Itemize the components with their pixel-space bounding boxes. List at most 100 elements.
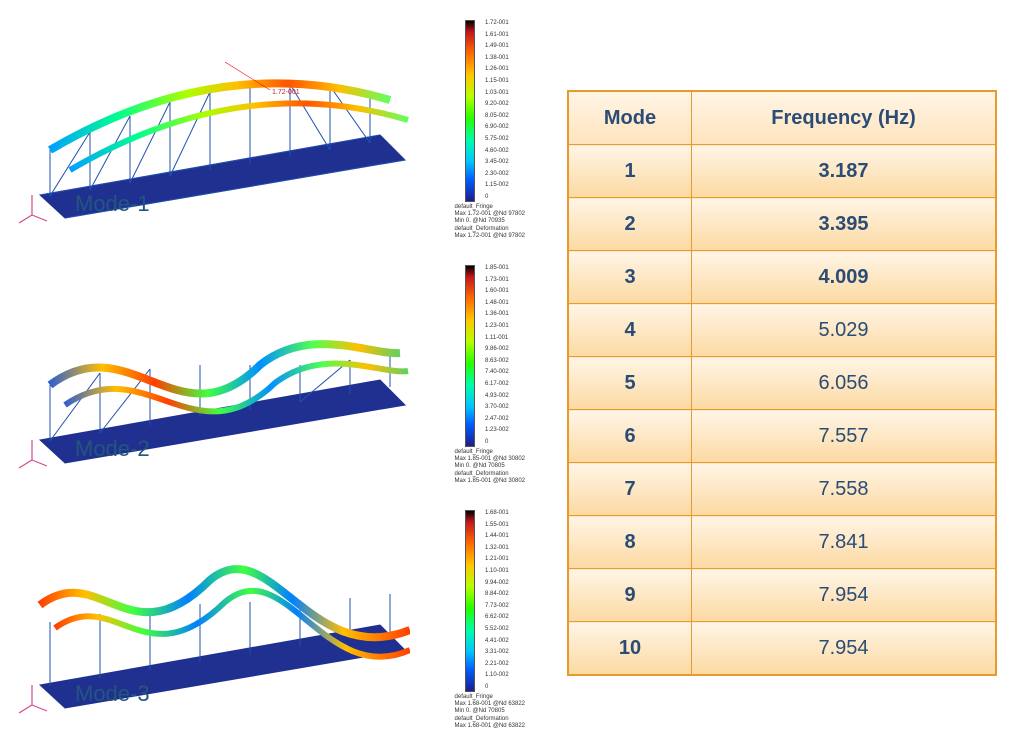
page-container: 1.72-001 1.72-001 1.61-001 1.49-001 1.38-00… bbox=[0, 0, 1034, 749]
legend-values-2: 1.85-001 1.73-001 1.60-001 1.48-001 1.36-001… bbox=[485, 265, 530, 445]
cell-frequency: 3.395 bbox=[692, 198, 997, 251]
legend-tick: 6.62-002 bbox=[485, 614, 530, 620]
legend-tick: 0 bbox=[485, 194, 530, 200]
legend-tick: 1.85-001 bbox=[485, 265, 530, 271]
legend-values-3: 1.68-0011.55-0011.44-0011.32-0011.21-001… bbox=[485, 510, 530, 690]
frequency-table-body: 13.18723.39534.00945.02956.05667.55777.5… bbox=[568, 145, 996, 676]
table-row: 56.056 bbox=[568, 357, 996, 410]
mode-label-1: Mode-1 bbox=[75, 191, 150, 217]
cell-frequency: 3.187 bbox=[692, 145, 997, 198]
legend-tick: 7.73-002 bbox=[485, 603, 530, 609]
legend-tick: 1.55-001 bbox=[485, 522, 530, 528]
mode-model-1: 1.72-001 bbox=[10, 20, 410, 220]
legend-tick: 4.93-002 bbox=[485, 393, 530, 399]
legend-tick: 1.73-001 bbox=[485, 277, 530, 283]
legend-tick: 1.23-001 bbox=[485, 323, 530, 329]
table-row: 107.954 bbox=[568, 622, 996, 676]
cell-mode: 8 bbox=[568, 516, 692, 569]
cell-mode: 6 bbox=[568, 410, 692, 463]
legend-tick: 2.21-002 bbox=[485, 661, 530, 667]
mode-shapes-panel: 1.72-001 1.72-001 1.61-001 1.49-001 1.38-00… bbox=[0, 0, 530, 749]
legend-tick: 1.36-001 bbox=[485, 311, 530, 317]
legend-values-1: 1.72-001 1.61-001 1.49-001 1.38-001 1.26-001… bbox=[485, 20, 530, 200]
legend-tick: 1.15-001 bbox=[485, 78, 530, 84]
legend-tick: 0 bbox=[485, 684, 530, 690]
mode-label-2: Mode-2 bbox=[75, 436, 150, 462]
legend-tick: 4.60-002 bbox=[485, 148, 530, 154]
cell-mode: 4 bbox=[568, 304, 692, 357]
table-row: 67.557 bbox=[568, 410, 996, 463]
colorbar-3 bbox=[465, 510, 475, 692]
legend-tick: 3.70-002 bbox=[485, 404, 530, 410]
legend-tick: 1.49-001 bbox=[485, 43, 530, 49]
header-frequency: Frequency (Hz) bbox=[692, 91, 997, 145]
legend-tick: 9.94-002 bbox=[485, 580, 530, 586]
legend-tick: 8.63-002 bbox=[485, 358, 530, 364]
cell-frequency: 5.029 bbox=[692, 304, 997, 357]
table-row: 87.841 bbox=[568, 516, 996, 569]
cell-frequency: 4.009 bbox=[692, 251, 997, 304]
colorbar-1 bbox=[465, 20, 475, 202]
legend-tick: 1.38-001 bbox=[485, 55, 530, 61]
legend-tick: 2.47-002 bbox=[485, 416, 530, 422]
table-row: 77.558 bbox=[568, 463, 996, 516]
cell-mode: 9 bbox=[568, 569, 692, 622]
mode1-svg: 1.72-001 bbox=[10, 20, 410, 220]
cell-mode: 7 bbox=[568, 463, 692, 516]
legend-tick: 5.52-002 bbox=[485, 626, 530, 632]
table-row: 23.395 bbox=[568, 198, 996, 251]
table-header-row: Mode Frequency (Hz) bbox=[568, 91, 996, 145]
legend-tick: 1.61-001 bbox=[485, 32, 530, 38]
legend-tick: 9.86-002 bbox=[485, 346, 530, 352]
legend-tick: 1.68-001 bbox=[485, 510, 530, 516]
mode-figure-2: 1.85-001 1.73-001 1.60-001 1.48-001 1.36-001… bbox=[0, 245, 530, 490]
legend-tick: 0 bbox=[485, 439, 530, 445]
colorbar-2 bbox=[465, 265, 475, 447]
legend-tick: 1.15-002 bbox=[485, 182, 530, 188]
legend-tick: 1.03-001 bbox=[485, 90, 530, 96]
cell-frequency: 7.841 bbox=[692, 516, 997, 569]
legend-tick: 1.48-001 bbox=[485, 300, 530, 306]
legend-tick: 1.44-001 bbox=[485, 533, 530, 539]
table-row: 97.954 bbox=[568, 569, 996, 622]
legend-caption-2: default_FringeMax 1.85-001 @Nd 30802Min … bbox=[455, 449, 525, 485]
frequency-table-panel: Mode Frequency (Hz) 13.18723.39534.00945… bbox=[530, 0, 1034, 749]
axis-triad-icon bbox=[15, 681, 49, 715]
legend-tick: 1.10-001 bbox=[485, 568, 530, 574]
mode1-pick-label: 1.72-001 bbox=[272, 89, 300, 96]
cell-mode: 1 bbox=[568, 145, 692, 198]
cell-frequency: 7.954 bbox=[692, 622, 997, 676]
header-mode: Mode bbox=[568, 91, 692, 145]
cell-mode: 2 bbox=[568, 198, 692, 251]
legend-tick: 1.21-001 bbox=[485, 556, 530, 562]
cell-frequency: 7.954 bbox=[692, 569, 997, 622]
legend-tick: 7.40-002 bbox=[485, 369, 530, 375]
legend-tick: 6.17-002 bbox=[485, 381, 530, 387]
legend-tick: 8.05-002 bbox=[485, 113, 530, 119]
axis-triad-icon bbox=[15, 191, 49, 225]
mode2-svg bbox=[10, 265, 410, 465]
table-row: 45.029 bbox=[568, 304, 996, 357]
legend-tick: 1.23-002 bbox=[485, 427, 530, 433]
legend-tick: 3.45-002 bbox=[485, 159, 530, 165]
legend-tick: 1.26-001 bbox=[485, 66, 530, 72]
legend-tick: 6.90-002 bbox=[485, 124, 530, 130]
cell-frequency: 6.056 bbox=[692, 357, 997, 410]
legend-tick: 5.75-002 bbox=[485, 136, 530, 142]
mode-figure-3: 1.68-0011.55-0011.44-0011.32-0011.21-001… bbox=[0, 490, 530, 735]
legend-tick: 1.60-001 bbox=[485, 288, 530, 294]
mode-label-3: Mode-3 bbox=[75, 681, 150, 707]
cell-frequency: 7.558 bbox=[692, 463, 997, 516]
frequency-table: Mode Frequency (Hz) 13.18723.39534.00945… bbox=[567, 90, 997, 676]
legend-tick: 1.72-001 bbox=[485, 20, 530, 26]
mode-model-2 bbox=[10, 265, 410, 465]
legend-tick: 3.31-002 bbox=[485, 649, 530, 655]
legend-tick: 8.84-002 bbox=[485, 591, 530, 597]
table-row: 13.187 bbox=[568, 145, 996, 198]
cell-mode: 3 bbox=[568, 251, 692, 304]
cell-frequency: 7.557 bbox=[692, 410, 997, 463]
legend-tick: 1.10-002 bbox=[485, 672, 530, 678]
legend-caption-3: default_FringeMax 1.68-001 @Nd 63822Min … bbox=[455, 694, 525, 730]
cell-mode: 5 bbox=[568, 357, 692, 410]
mode-model-3 bbox=[10, 510, 410, 710]
